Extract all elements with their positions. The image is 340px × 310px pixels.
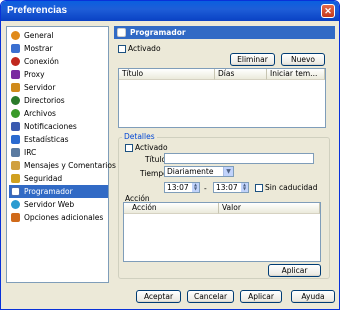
sidebar-item-servidor[interactable]: Servidor	[9, 81, 108, 94]
preferences-window: Preferencias ✕ General Mostrar Conexión …	[0, 0, 340, 310]
activado-checkbox[interactable]: Activado	[118, 44, 161, 53]
connection-icon	[11, 57, 20, 66]
sidebar-item-opciones-adicionales[interactable]: Opciones adicionales	[9, 211, 108, 224]
panel-header: Programador	[114, 26, 335, 39]
tiempo-select[interactable]: Diariamente ▼	[164, 166, 234, 177]
sidebar-item-label: Programador	[24, 187, 73, 196]
column-header-accion[interactable]: Acción	[124, 203, 219, 214]
sidebar-item-seguridad[interactable]: Seguridad	[9, 172, 108, 185]
panel-title: Programador	[130, 28, 186, 37]
spin-arrows-icon[interactable]: ▲ ▼	[192, 183, 199, 192]
sidebar-item-label: IRC	[24, 148, 37, 157]
web-server-icon	[11, 200, 20, 209]
sidebar-item-label: Conexión	[24, 57, 59, 66]
sidebar-item-conexion[interactable]: Conexión	[9, 55, 108, 68]
extra-options-icon	[11, 213, 20, 222]
server-icon	[11, 83, 20, 92]
window-title: Preferencias	[7, 5, 68, 16]
sidebar-item-irc[interactable]: IRC	[9, 146, 108, 159]
sidebar-item-label: Notificaciones	[24, 122, 77, 131]
sidebar-item-programador[interactable]: Programador	[9, 185, 108, 198]
activado-label: Activado	[128, 44, 161, 53]
sidebar-item-servidor-web[interactable]: Servidor Web	[9, 198, 108, 211]
lock-icon	[11, 174, 20, 183]
titulo-label: Título	[145, 155, 167, 164]
start-time-input[interactable]: 13:07 ▲ ▼	[164, 182, 200, 193]
scheduler-icon	[11, 187, 20, 196]
cancelar-button[interactable]: Cancelar	[187, 290, 234, 303]
sin-caducidad-label: Sin caducidad	[265, 183, 318, 192]
sidebar-item-label: Opciones adicionales	[24, 213, 104, 222]
sidebar-item-label: Seguridad	[24, 174, 63, 183]
statistics-icon	[11, 135, 20, 144]
scheduler-icon	[117, 28, 126, 37]
sidebar-item-label: Archivos	[24, 109, 56, 118]
sidebar-item-mostrar[interactable]: Mostrar	[9, 42, 108, 55]
sidebar-item-label: General	[24, 31, 54, 40]
ayuda-button[interactable]: Ayuda	[291, 290, 335, 303]
sidebar-item-label: Servidor Web	[24, 200, 75, 209]
action-list[interactable]: Acción Valor	[123, 202, 321, 262]
sidebar-item-label: Mostrar	[24, 44, 53, 53]
folders-icon	[11, 96, 20, 105]
sidebar-item-mensajes[interactable]: Mensajes y Comentarios	[9, 159, 116, 172]
tiempo-value: Diariamente	[167, 167, 214, 176]
close-button[interactable]: ✕	[321, 4, 335, 18]
details-legend: Detalles	[122, 132, 157, 141]
chevron-down-icon[interactable]: ▼	[223, 167, 233, 176]
checkbox-box[interactable]	[118, 44, 126, 53]
notifications-icon	[11, 122, 20, 131]
sin-caducidad-checkbox[interactable]: Sin caducidad	[255, 183, 318, 192]
messages-icon	[11, 161, 20, 170]
checkbox-box[interactable]	[125, 143, 133, 152]
titulo-input[interactable]	[164, 153, 314, 164]
nuevo-button[interactable]: Nuevo	[281, 53, 325, 66]
title-bar: Preferencias ✕	[1, 1, 339, 21]
files-icon	[11, 109, 20, 118]
sidebar-item-label: Directorios	[24, 96, 65, 105]
sidebar-item-estadisticas[interactable]: Estadísticas	[9, 133, 108, 146]
column-header-dias[interactable]: Días	[215, 69, 267, 80]
end-time-input[interactable]: 13:07 ▲ ▼	[213, 182, 249, 193]
details-aplicar-button[interactable]: Aplicar	[268, 264, 321, 277]
sidebar-item-label: Mensajes y Comentarios	[24, 161, 116, 170]
irc-icon	[11, 148, 20, 157]
proxy-icon	[11, 70, 20, 79]
sidebar-item-archivos[interactable]: Archivos	[9, 107, 108, 120]
checkbox-box[interactable]	[255, 183, 263, 192]
sidebar-item-label: Estadísticas	[24, 135, 69, 144]
sidebar-item-general[interactable]: General	[9, 29, 108, 42]
aceptar-button[interactable]: Aceptar	[136, 290, 181, 303]
spin-arrows-icon[interactable]: ▲ ▼	[241, 183, 248, 192]
details-activado-label: Activado	[135, 143, 168, 152]
sidebar-item-notificaciones[interactable]: Notificaciones	[9, 120, 108, 133]
column-header-titulo[interactable]: Título	[119, 69, 215, 80]
close-icon: ✕	[324, 6, 332, 16]
sidebar-item-proxy[interactable]: Proxy	[9, 68, 108, 81]
sidebar-item-label: Servidor	[24, 83, 56, 92]
end-time-value: 13:07	[216, 183, 238, 192]
time-separator: -	[204, 184, 207, 193]
start-time-value: 13:07	[167, 183, 189, 192]
sidebar: General Mostrar Conexión Proxy Servidor …	[6, 26, 116, 283]
sidebar-item-directorios[interactable]: Directorios	[9, 94, 108, 107]
column-header-valor[interactable]: Valor	[219, 203, 320, 214]
general-icon	[11, 31, 20, 40]
display-icon	[11, 44, 20, 53]
sidebar-item-label: Proxy	[24, 70, 45, 79]
column-header-iniciar[interactable]: Iniciar tem...	[267, 69, 325, 80]
details-activado-checkbox[interactable]: Activado	[125, 143, 168, 152]
eliminar-button[interactable]: Eliminar	[230, 53, 275, 66]
aplicar-button[interactable]: Aplicar	[240, 290, 282, 303]
schedule-list[interactable]: Título Días Iniciar tem...	[118, 68, 326, 128]
